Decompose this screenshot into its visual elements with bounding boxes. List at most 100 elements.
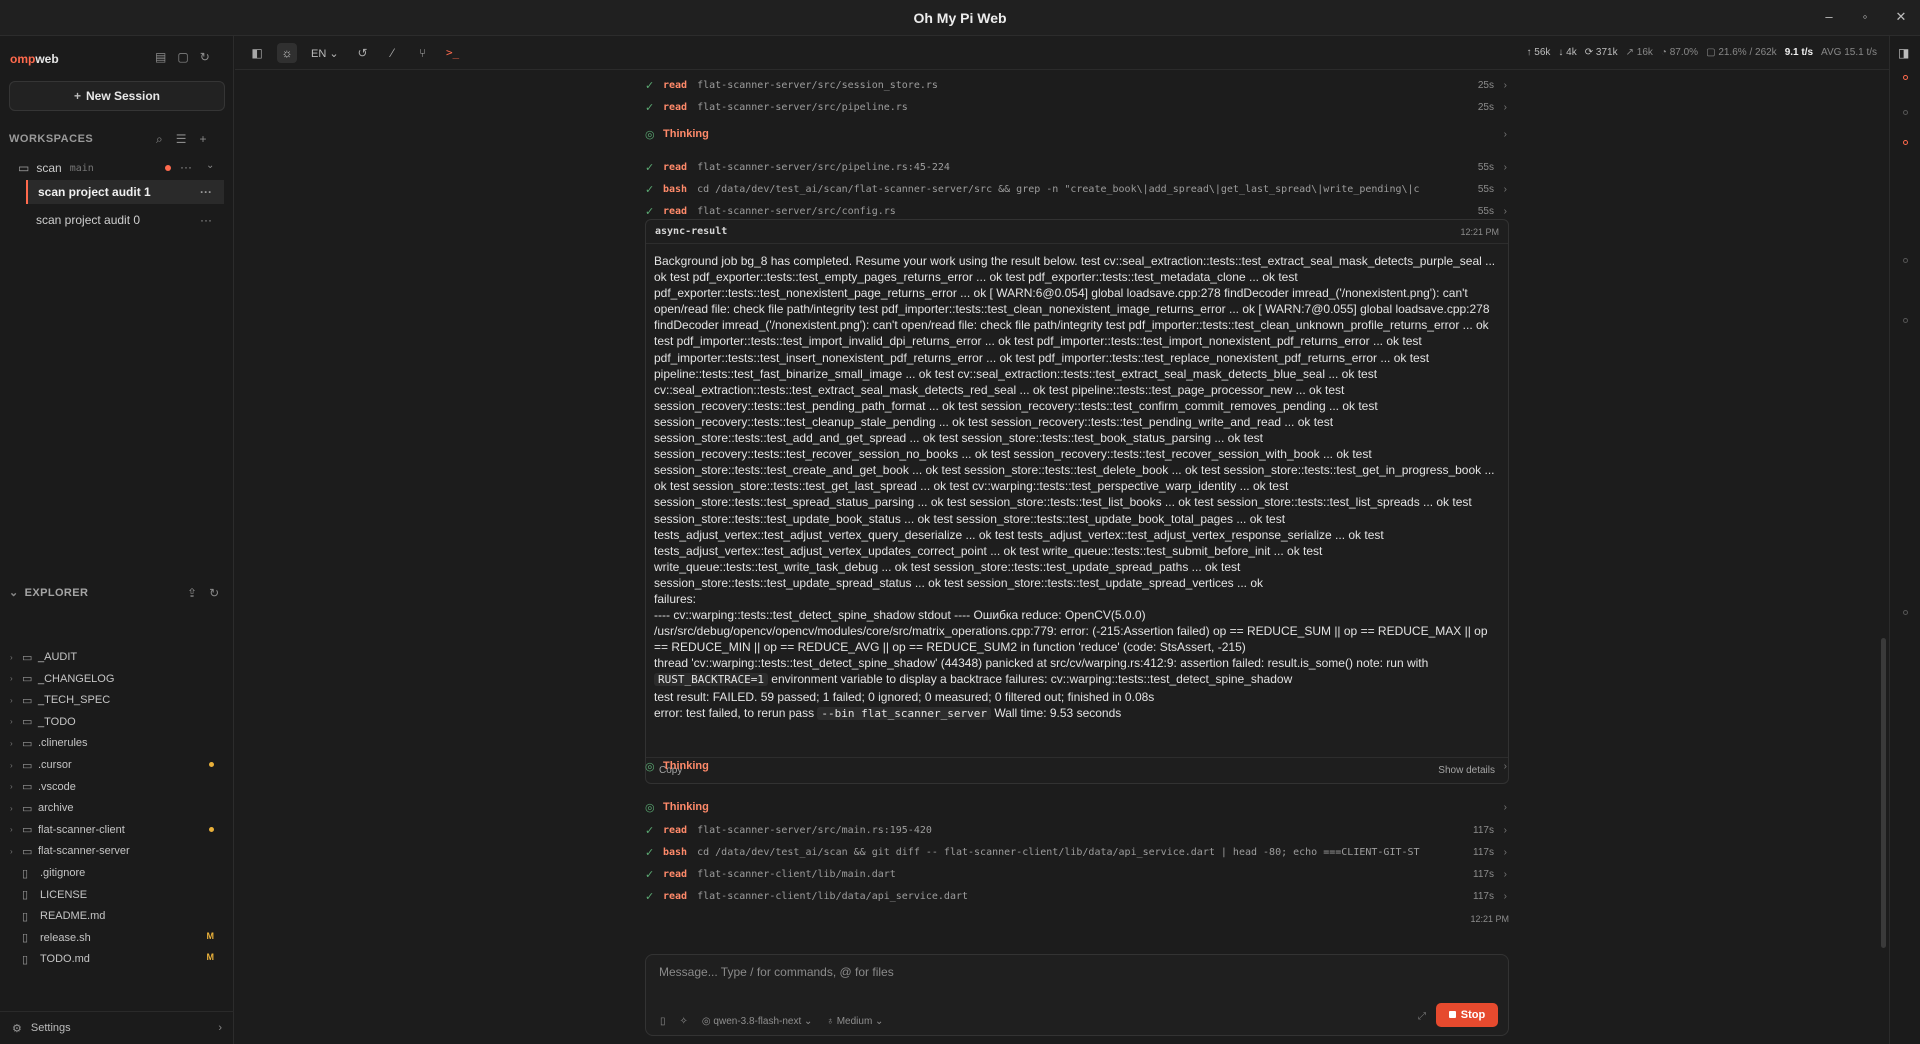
expand-icon[interactable]: ⤢ [1418,1011,1426,1022]
chevron-right-icon[interactable]: › [10,653,22,662]
tree-folder[interactable]: › ▭ .vscode [10,777,224,797]
chevron-right-icon[interactable]: › [10,825,22,834]
stat-avg: AVG 15.1 t/s [1821,47,1877,58]
new-session-button[interactable]: + New Session [9,81,225,111]
tool-argument: flat-scanner-server/src/pipeline.rs:45-2… [697,161,950,173]
language-select[interactable]: EN ⌄ [307,47,343,60]
panel-toggle-icon[interactable]: ◨ [1898,46,1909,60]
rail-marker[interactable] [1903,110,1908,115]
model-select[interactable]: ◎ qwen-3.8-flash-next ⌄ [702,1016,813,1027]
chevron-down-icon[interactable]: ⌄ [206,160,214,171]
magic-wand-icon[interactable]: ⁄ [383,43,403,63]
close-icon[interactable]: ✕ [1894,9,1908,25]
tree-file[interactable]: ▯ README.md [10,906,224,926]
message-composer[interactable]: Message... Type / for commands, @ for fi… [645,954,1509,1036]
chevron-right-icon[interactable]: › [10,847,22,856]
message-timestamp: 12:21 PM [1470,914,1509,924]
thinking-row[interactable]: ◎ Thinking › [645,796,1509,818]
rail-marker[interactable] [1903,140,1908,145]
tool-call-row[interactable]: ✓ read flat-scanner-client/lib/main.dart 11… [645,863,1509,885]
rail-marker[interactable] [1903,75,1908,80]
chevron-right-icon[interactable]: › [10,782,22,791]
message-input[interactable]: Message... Type / for commands, @ for fi… [659,965,894,979]
tree-folder[interactable]: › ▭ _AUDIT [10,647,224,667]
upload-icon[interactable]: ⇪ [187,586,197,600]
tool-call-row[interactable]: ✓ bash cd /data/dev/test_ai/scan/flat-scan… [645,178,1509,200]
tree-file[interactable]: ▯ TODO.md M [10,949,224,969]
stat-down: ↓ 4k [1558,47,1577,58]
settings-button[interactable]: ⚙ Settings › [0,1011,234,1044]
tree-item-label: .clinerules [38,737,88,750]
chevron-right-icon[interactable]: › [10,696,22,705]
tree-folder[interactable]: › ▭ _TECH_SPEC [10,690,224,710]
tool-call-row[interactable]: ✓ read flat-scanner-server/src/pipeline.rs… [645,156,1509,178]
session-item[interactable]: scan project audit 0 ··· [26,208,224,232]
tree-folder[interactable]: › ▭ flat-scanner-client [10,820,224,840]
terminal-icon[interactable]: >_ [443,43,463,63]
chevron-right-icon[interactable]: › [10,674,22,683]
tool-call-row[interactable]: ✓ read flat-scanner-server/src/pipeline.rs… [645,96,1509,118]
chat-scrollbar[interactable] [1881,638,1886,948]
tool-call-row[interactable]: ✓ read flat-scanner-client/lib/data/api_se… [645,885,1509,907]
archive-icon[interactable]: ▤ [155,50,166,64]
tool-call-row[interactable]: ✓ read flat-scanner-server/src/session_sto… [645,74,1509,96]
git-branch-icon[interactable]: ⑂ [413,43,433,63]
chevron-right-icon[interactable]: › [10,717,22,726]
add-workspace-icon[interactable]: + [200,132,207,147]
tool-call-row[interactable]: ✓ read flat-scanner-server/src/main.rs:195… [645,819,1509,841]
minimize-icon[interactable]: – [1822,9,1836,25]
modified-badge: M [206,930,215,941]
workspace-row[interactable]: ▭ scan main ··· ⌄ [18,157,223,179]
tree-folder[interactable]: › ▭ .cursor [10,755,224,775]
filter-icon[interactable]: ☰ [176,132,187,147]
chevron-right-icon[interactable]: › [10,739,22,748]
new-file-icon[interactable]: ▢ [177,50,188,64]
more-icon[interactable]: ··· [200,208,212,232]
tool-verb: read [663,101,688,113]
chevron-down-icon: ⌄ [9,587,19,599]
tree-folder[interactable]: › ▭ archive [10,798,224,818]
explorer-actions: ⇪ ↻ [187,586,219,600]
chevron-right-icon[interactable]: › [10,761,22,770]
sidebar-toggle-icon[interactable]: ◧ [247,43,267,63]
tree-folder[interactable]: › ▭ flat-scanner-server [10,841,224,861]
chevron-right-icon: › [1503,101,1507,113]
tree-item-label: flat-scanner-client [38,823,125,836]
plus-icon: + [73,89,81,103]
effort-select[interactable]: ♁ Medium ⌄ [826,1016,883,1027]
maximize-icon[interactable]: ◦ [1858,9,1872,25]
session-item[interactable]: scan project audit 1 ··· [26,180,224,204]
tree-folder[interactable]: › ▭ .clinerules [10,733,224,753]
tree-folder[interactable]: › ▭ _CHANGELOG [10,669,224,689]
stop-button[interactable]: Stop [1436,1003,1498,1027]
rail-marker[interactable] [1903,610,1908,615]
attach-icon[interactable]: ▯ [660,1016,666,1027]
sparkle-icon[interactable]: ✧ [680,1016,688,1027]
tool-argument: flat-scanner-server/src/config.rs [697,205,896,217]
history-icon[interactable]: ↺ [353,43,373,63]
tree-file[interactable]: ▯ release.sh M [10,928,224,948]
session-label: scan project audit 1 [38,185,151,199]
result-text: thread 'cv::warping::tests::test_detect_… [654,656,1429,671]
tree-item-label: .cursor [38,759,72,771]
chevron-right-icon: › [1503,183,1507,195]
rail-marker[interactable] [1903,318,1908,323]
tree-folder[interactable]: › ▭ _TODO [10,712,224,732]
tree-item-label: .gitignore [40,867,86,879]
chevron-right-icon: › [1503,868,1507,880]
thinking-row[interactable]: ◎ Thinking › [645,755,1509,777]
tree-file[interactable]: ▯ .gitignore [10,863,224,883]
more-icon[interactable]: ··· [200,180,212,204]
rail-marker[interactable] [1903,258,1908,263]
thinking-icon: ◎ [645,128,655,141]
thinking-row[interactable]: ◎ Thinking › [645,123,1509,145]
theme-icon[interactable]: ☼ [277,43,297,63]
refresh-icon[interactable]: ↻ [200,50,210,64]
explorer-heading[interactable]: ⌄ EXPLORER [9,586,88,599]
chevron-right-icon[interactable]: › [10,804,22,813]
tree-file[interactable]: ▯ LICENSE [10,885,224,905]
more-icon[interactable]: ··· [180,160,192,174]
tool-call-row[interactable]: ✓ bash cd /data/dev/test_ai/scan && git di… [645,841,1509,863]
search-icon[interactable]: ⌕ [156,132,163,147]
refresh-icon[interactable]: ↻ [209,586,219,600]
